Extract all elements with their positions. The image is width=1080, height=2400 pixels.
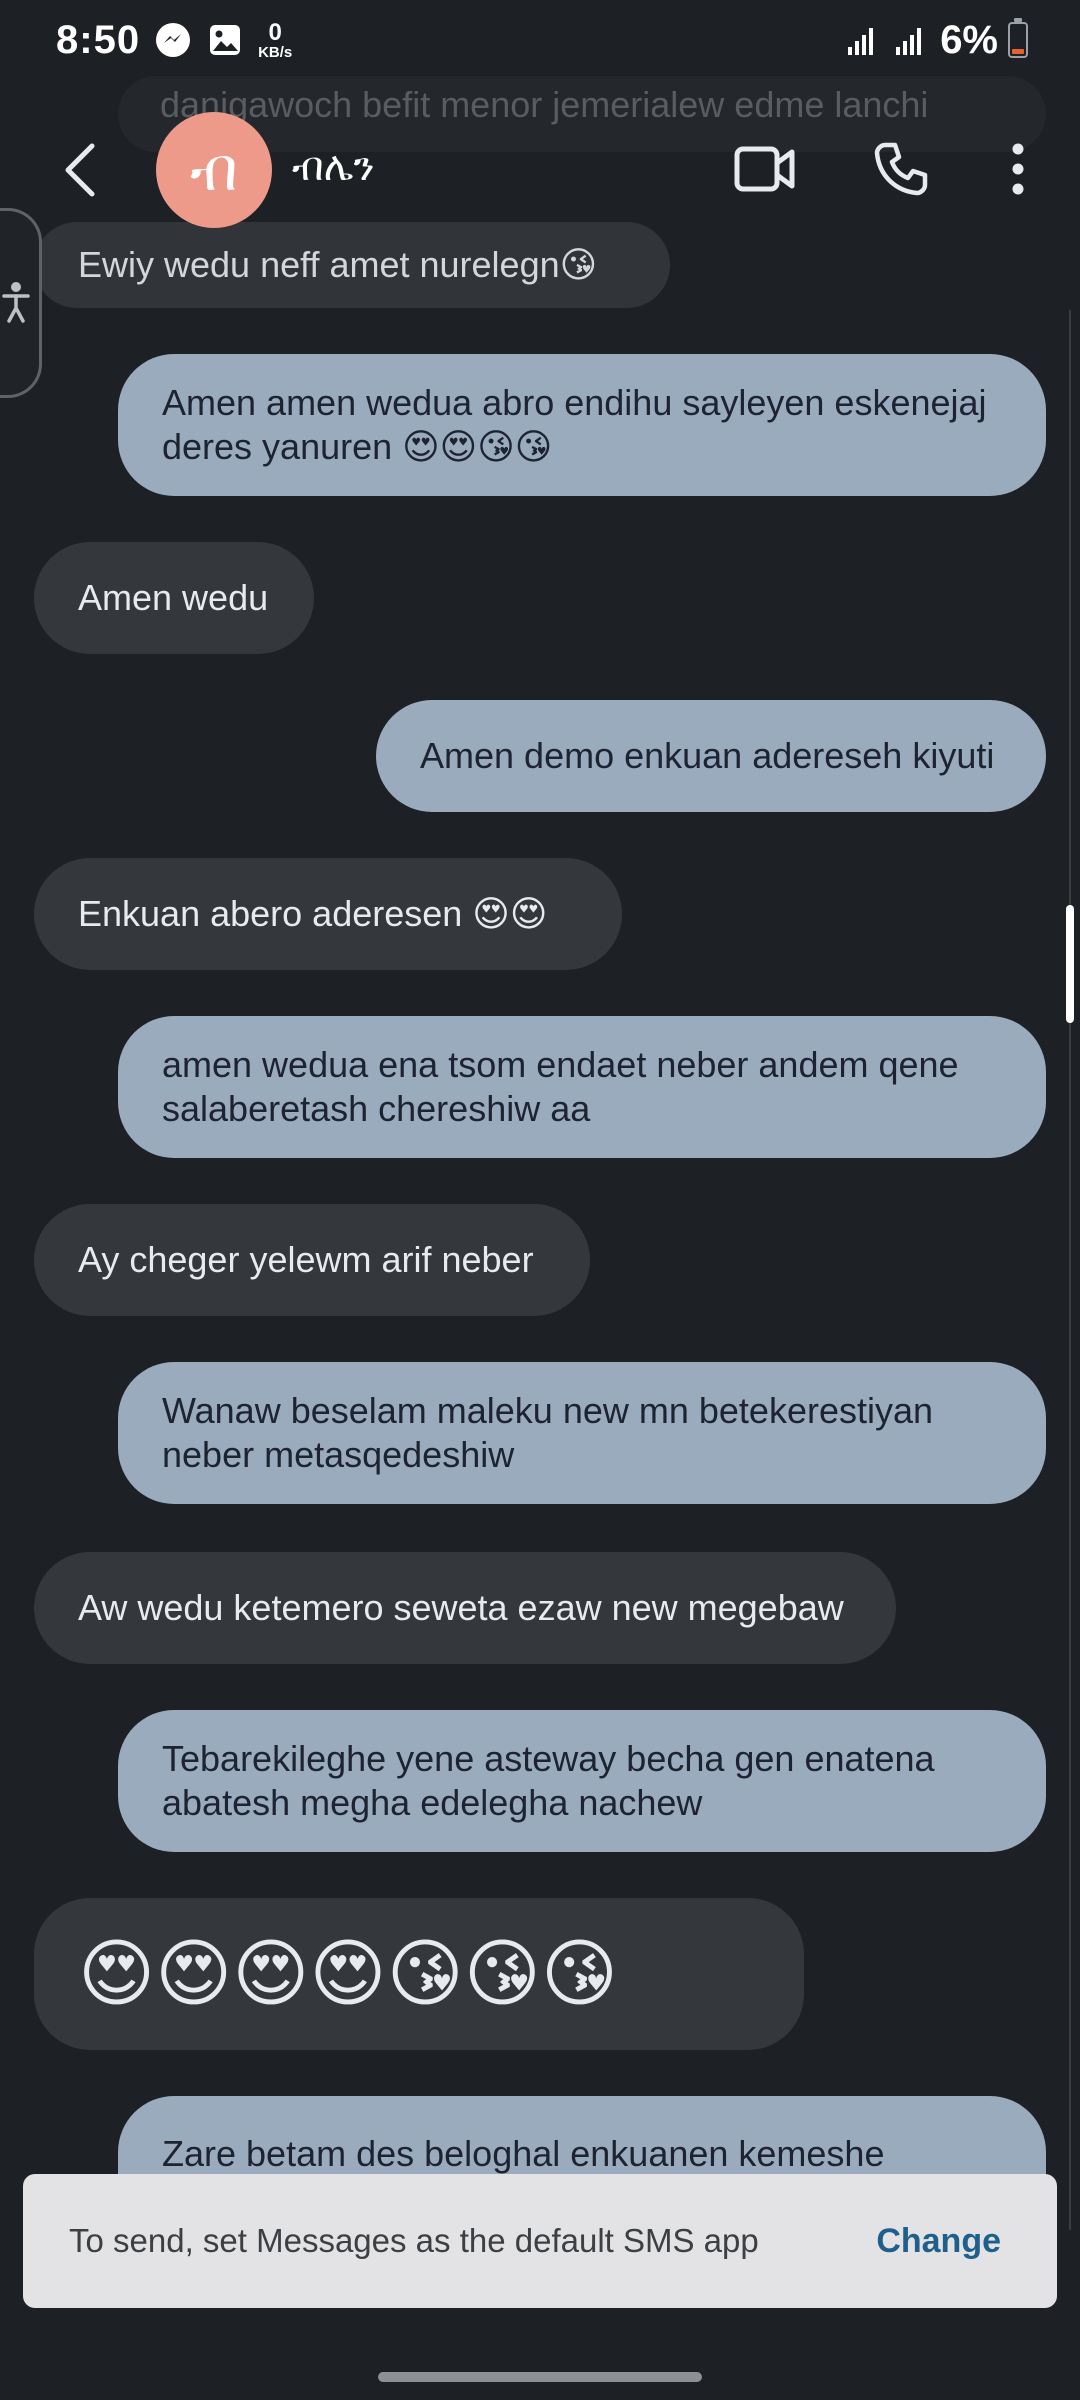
- conversation-header: ብ ብሌን: [0, 90, 1080, 250]
- scroll-track: [1069, 310, 1071, 2230]
- status-bar: 8:50 0 KB/s 6%: [0, 0, 1080, 80]
- home-indicator[interactable]: [378, 2372, 702, 2382]
- network-speed: 0 KB/s: [258, 18, 293, 61]
- message-bubble-incoming[interactable]: Ay cheger yelewm arif neber: [34, 1204, 590, 1316]
- bottom-area: [0, 2308, 1080, 2400]
- battery-icon: [1008, 18, 1028, 58]
- message-bubble-outgoing[interactable]: Tebarekileghe yene asteway becha gen ena…: [118, 1710, 1046, 1852]
- message-bubble-outgoing[interactable]: Amen amen wedua abro endihu sayleyen esk…: [118, 354, 1046, 496]
- status-right: 6%: [844, 18, 1028, 63]
- status-left: 8:50 0 KB/s: [56, 18, 292, 63]
- contact-name[interactable]: ብሌን: [292, 145, 374, 190]
- signal-icon: [892, 21, 930, 59]
- gallery-icon: [206, 21, 244, 59]
- avatar[interactable]: ብ: [156, 112, 272, 228]
- message-bubble-incoming[interactable]: Aw wedu ketemero seweta ezaw new megebaw: [34, 1552, 896, 1664]
- message-bubble-incoming[interactable]: Enkuan abero aderesen 😍😍: [34, 858, 622, 970]
- message-bubble-outgoing[interactable]: Amen demo enkuan adereseh kiyuti: [376, 700, 1046, 812]
- message-bubble-incoming[interactable]: Amen wedu: [34, 542, 314, 654]
- signal-icon: [844, 21, 882, 59]
- change-button[interactable]: Change: [876, 2222, 1001, 2261]
- video-call-icon[interactable]: [730, 134, 800, 204]
- status-time: 8:50: [56, 17, 141, 62]
- back-arrow-icon[interactable]: [50, 132, 110, 208]
- message-bubble-incoming[interactable]: 😍😍😍😍😘😘😘: [34, 1898, 804, 2050]
- default-sms-snackbar: To send, set Messages as the default SMS…: [23, 2174, 1057, 2308]
- battery-percent: 6%: [940, 17, 998, 62]
- scrollbar-thumb[interactable]: [1066, 905, 1074, 1023]
- more-vert-icon[interactable]: [1000, 134, 1036, 204]
- messenger-icon: [154, 21, 192, 59]
- conversation[interactable]: danigawoch befit menor jemerialew edme l…: [0, 0, 1080, 2400]
- accessibility-icon[interactable]: [0, 208, 42, 398]
- message-bubble-outgoing[interactable]: Wanaw beselam maleku new mn betekerestiy…: [118, 1362, 1046, 1504]
- phone-icon[interactable]: [866, 134, 936, 204]
- message-bubble-outgoing[interactable]: amen wedua ena tsom endaet neber andem q…: [118, 1016, 1046, 1158]
- snackbar-message: To send, set Messages as the default SMS…: [69, 2222, 759, 2259]
